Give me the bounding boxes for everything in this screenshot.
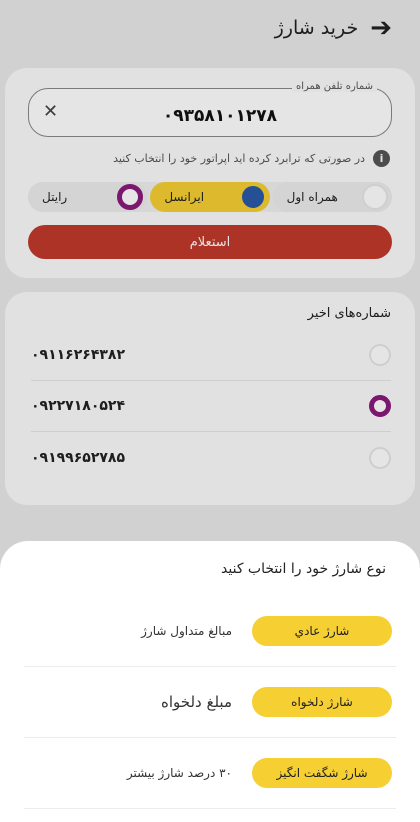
charge-type-row: شارژ شگفت انگیز ۳۰ درصد شارژ بیشتر — [24, 738, 396, 809]
charge-type-row: شارژ دلخواه مبلغ دلخواه — [24, 667, 396, 738]
custom-charge-button[interactable]: شارژ دلخواه — [252, 687, 392, 717]
charge-type-row: شارژ عادي مبالغ متداول شارژ — [24, 596, 396, 667]
normal-charge-button[interactable]: شارژ عادي — [252, 616, 392, 646]
charge-type-list: شارژ عادي مبالغ متداول شارژ شارژ دلخواه … — [24, 596, 396, 809]
charge-type-sheet: نوع شارژ خود را انتخاب کنید شارژ عادي مب… — [0, 541, 420, 822]
charge-type-description: مبلغ دلخواه — [161, 693, 232, 711]
charge-type-description: ۳۰ درصد شارژ بیشتر — [126, 766, 232, 780]
sheet-title: نوع شارژ خود را انتخاب کنید — [221, 561, 386, 577]
amazing-charge-button[interactable]: شارژ شگفت انگیز — [252, 758, 392, 788]
charge-type-description: مبالغ متداول شارژ — [141, 624, 232, 638]
